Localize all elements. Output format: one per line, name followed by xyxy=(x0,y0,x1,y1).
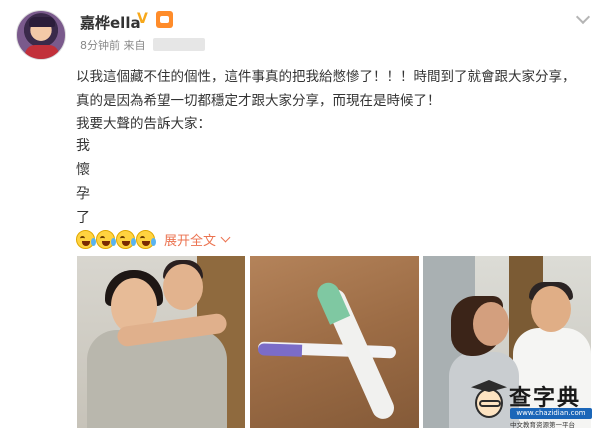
username[interactable]: 嘉桦ella xyxy=(80,12,141,33)
vertical-char: 我 xyxy=(76,138,90,154)
watermark-subtitle: 中文教育资源第一平台 xyxy=(510,421,575,429)
weibo-post: 嘉桦ella V 8分钟前 来自 以我這個藏不住的個性，這件事真的把我給憋慘了！… xyxy=(0,0,600,434)
post-time[interactable]: 8分钟前 xyxy=(80,39,120,52)
avatar[interactable] xyxy=(16,10,66,60)
pregnancy-tests-photo[interactable] xyxy=(250,256,419,428)
member-badge-icon[interactable] xyxy=(156,11,173,28)
post-content: 以我這個藏不住的個性，這件事真的把我給憋慘了！！！時間到了就會跟大家分享，真的是… xyxy=(76,66,581,137)
post-text-line: 以我這個藏不住的個性，這件事真的把我給憋慘了！！！時間到了就會跟大家分享，真的是… xyxy=(76,69,576,109)
couple-hug-photo[interactable] xyxy=(77,256,245,428)
post-source-redacted xyxy=(153,38,205,51)
post-source-label: 来自 xyxy=(123,39,146,52)
chazidian-watermark: 查字典 www.chazidian.com 中文教育资源第一平台 xyxy=(465,376,595,429)
vertical-char: 懷 xyxy=(76,162,90,178)
cry-laugh-emoji-icon xyxy=(76,230,96,249)
cry-laugh-emoji-icon xyxy=(136,230,156,249)
cry-laugh-emoji-icon xyxy=(116,230,136,249)
post-meta: 8分钟前 来自 xyxy=(80,37,205,53)
chevron-down-icon[interactable] xyxy=(575,9,591,25)
verified-icon: V xyxy=(137,11,148,27)
emoji-row: 展开全文 xyxy=(76,230,231,249)
vertical-char: 孕 xyxy=(76,186,90,202)
vertical-char: 了 xyxy=(76,210,90,226)
post-text-line: 我要大聲的告訴大家： xyxy=(76,116,211,132)
chevron-down-icon[interactable] xyxy=(220,232,231,243)
avatar-shirt xyxy=(25,45,59,59)
mascot-logo-icon xyxy=(469,378,507,424)
avatar-hat xyxy=(29,17,55,27)
watermark-url: www.chazidian.com xyxy=(510,408,592,419)
cry-laugh-emoji-icon xyxy=(96,230,116,249)
expand-full-text-link[interactable]: 展开全文 xyxy=(164,230,216,249)
